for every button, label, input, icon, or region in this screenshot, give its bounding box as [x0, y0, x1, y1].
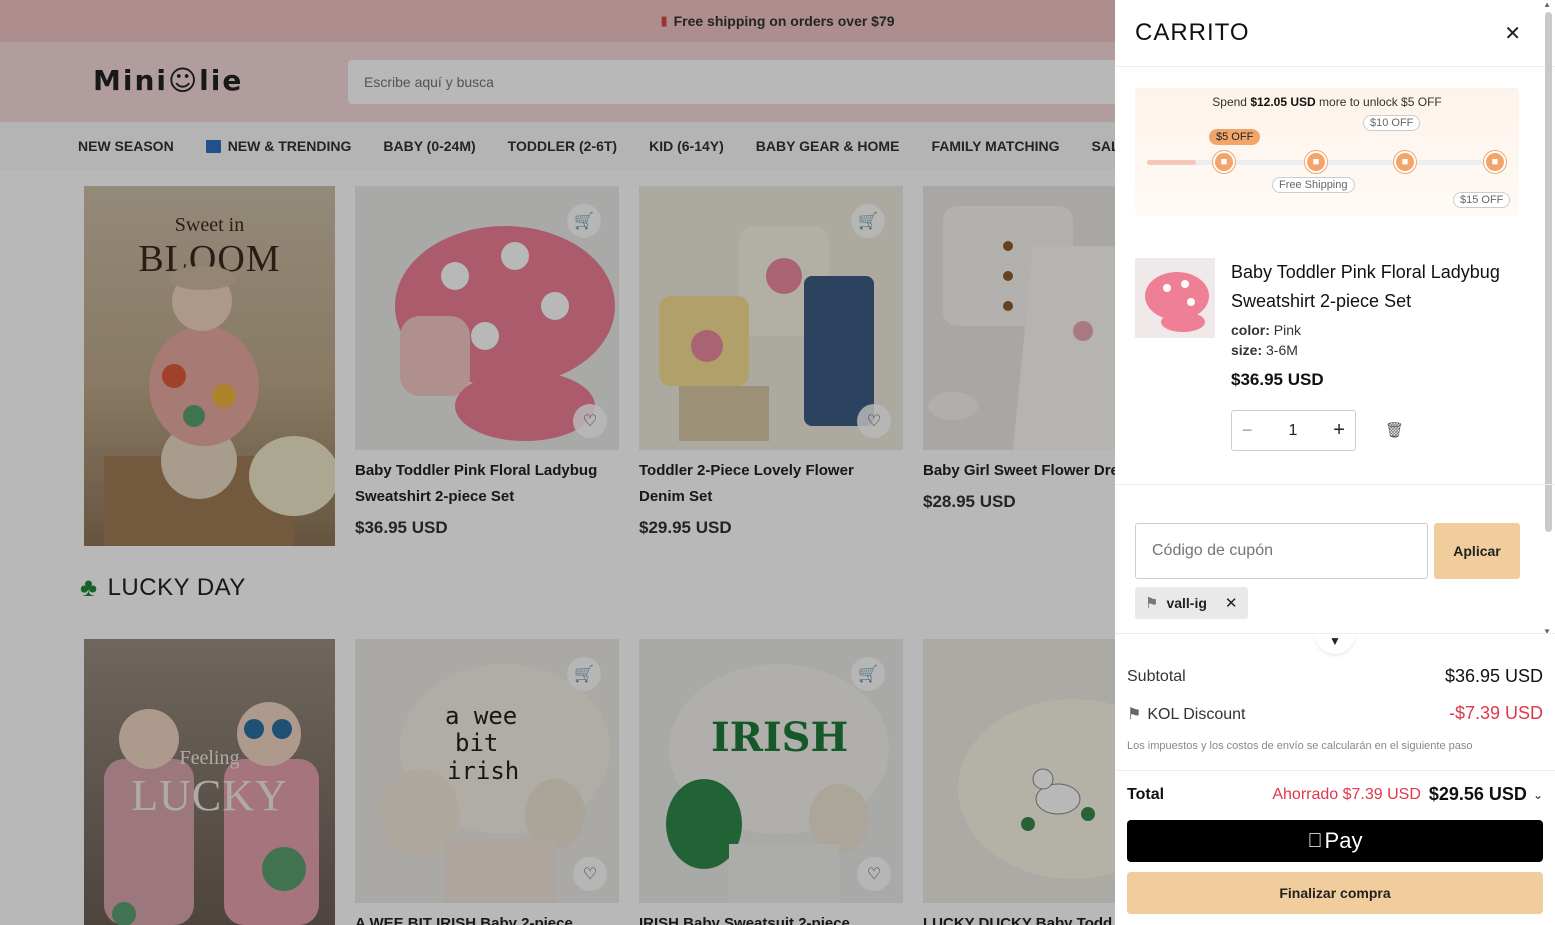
- apple-pay-button[interactable]: Pay: [1127, 820, 1543, 862]
- cart-item-name[interactable]: Baby Toddler Pink Floral Ladybug Sweatsh…: [1231, 258, 1531, 316]
- quantity-value[interactable]: 1: [1288, 422, 1297, 440]
- discount-value: -$7.39 USD: [1448, 703, 1543, 723]
- subtotal-value: $36.95 USD: [1444, 666, 1543, 686]
- subtotal-label: Subtotal: [1127, 667, 1186, 685]
- discount-row: ⚑ KOL Discount -$7.39 USD: [1127, 703, 1543, 724]
- total-value: $29.56 USD: [1428, 784, 1527, 804]
- plus-icon[interactable]: +: [1333, 419, 1345, 442]
- reward-message: Spend $12.05 USD more to unlock $5 OFF: [1135, 95, 1519, 109]
- cart-item-color: color: Pink: [1231, 322, 1531, 338]
- trash-icon[interactable]: 🗑: [1385, 421, 1404, 439]
- reward-suffix: more to unlock $5 OFF: [1315, 95, 1442, 109]
- cart-item-size: size: 3-6M: [1231, 342, 1531, 358]
- applied-coupon-code: vall-ig: [1166, 595, 1207, 611]
- cart-item-illustration: [1135, 258, 1215, 338]
- tier-label: $15 OFF: [1453, 192, 1511, 208]
- attr-key: color:: [1231, 322, 1270, 338]
- attr-value: 3-6M: [1266, 342, 1298, 358]
- gift-icon: ■: [1394, 151, 1416, 173]
- cart-header: CARRITO ✕: [1115, 0, 1555, 67]
- scrollbar[interactable]: [1545, 12, 1552, 532]
- divider: [1115, 484, 1555, 485]
- cart-item-info: Baby Toddler Pink Floral Ladybug Sweatsh…: [1231, 258, 1531, 390]
- attr-value: Pink: [1273, 322, 1302, 338]
- total-label: Total: [1127, 785, 1165, 803]
- reward-amount: $12.05 USD: [1250, 95, 1316, 109]
- gift-icon: ■: [1213, 151, 1235, 173]
- collapse-chevron-icon[interactable]: ▼: [1315, 634, 1355, 654]
- reward-track-fill: [1147, 160, 1196, 165]
- gift-icon: ■: [1305, 151, 1327, 173]
- attr-key: size:: [1231, 342, 1263, 358]
- minus-icon[interactable]: −: [1242, 420, 1253, 441]
- close-icon[interactable]: ✕: [1504, 21, 1521, 46]
- remove-coupon-icon[interactable]: ✕: [1225, 594, 1238, 612]
- chevron-down-icon[interactable]: ⌄: [1533, 788, 1543, 802]
- apple-pay-label: Pay: [1317, 828, 1363, 853]
- applied-coupon-tag: ⚑ vall-ig ✕: [1135, 587, 1248, 619]
- cart-item-price: $36.95 USD: [1231, 370, 1324, 389]
- reward-prefix: Spend: [1212, 95, 1251, 109]
- tier-label: $10 OFF: [1363, 115, 1421, 131]
- order-summary: ▼ Subtotal $36.95 USD ⚑ KOL Discount -$7.…: [1115, 633, 1555, 925]
- apple-icon: : [1308, 830, 1323, 853]
- cart-title: CARRITO: [1135, 19, 1250, 46]
- apply-coupon-button[interactable]: Aplicar: [1434, 523, 1520, 579]
- tier-label: $5 OFF: [1209, 129, 1261, 145]
- quantity-stepper: − 1 +: [1231, 410, 1356, 451]
- discount-label: KOL Discount: [1147, 705, 1246, 723]
- subtotal-row: Subtotal $36.95 USD: [1127, 666, 1543, 687]
- checkout-button[interactable]: Finalizar compra: [1127, 872, 1543, 914]
- gift-icon: ■: [1484, 151, 1506, 173]
- cart-drawer: CARRITO ✕ ▲ ▼ Spend $12.05 USD more to u…: [1115, 0, 1555, 925]
- total-row: Total Ahorrado $7.39 USD $29.56 USD ⌄: [1127, 784, 1543, 805]
- discount-label-wrap: ⚑ KOL Discount: [1127, 704, 1245, 724]
- scroll-up-icon[interactable]: ▲: [1543, 0, 1551, 9]
- cart-item-image[interactable]: [1135, 258, 1215, 338]
- coupon-input[interactable]: [1135, 523, 1428, 579]
- divider: [1115, 770, 1555, 771]
- reward-progress: Spend $12.05 USD more to unlock $5 OFF ■…: [1135, 88, 1519, 216]
- tier-label: Free Shipping: [1272, 177, 1355, 193]
- tax-note: Los impuestos y los costos de envío se c…: [1127, 740, 1473, 752]
- tag-icon: ⚑: [1145, 595, 1159, 612]
- saved-amount: Ahorrado $7.39 USD: [1272, 785, 1421, 803]
- tag-icon: ⚑: [1127, 705, 1142, 723]
